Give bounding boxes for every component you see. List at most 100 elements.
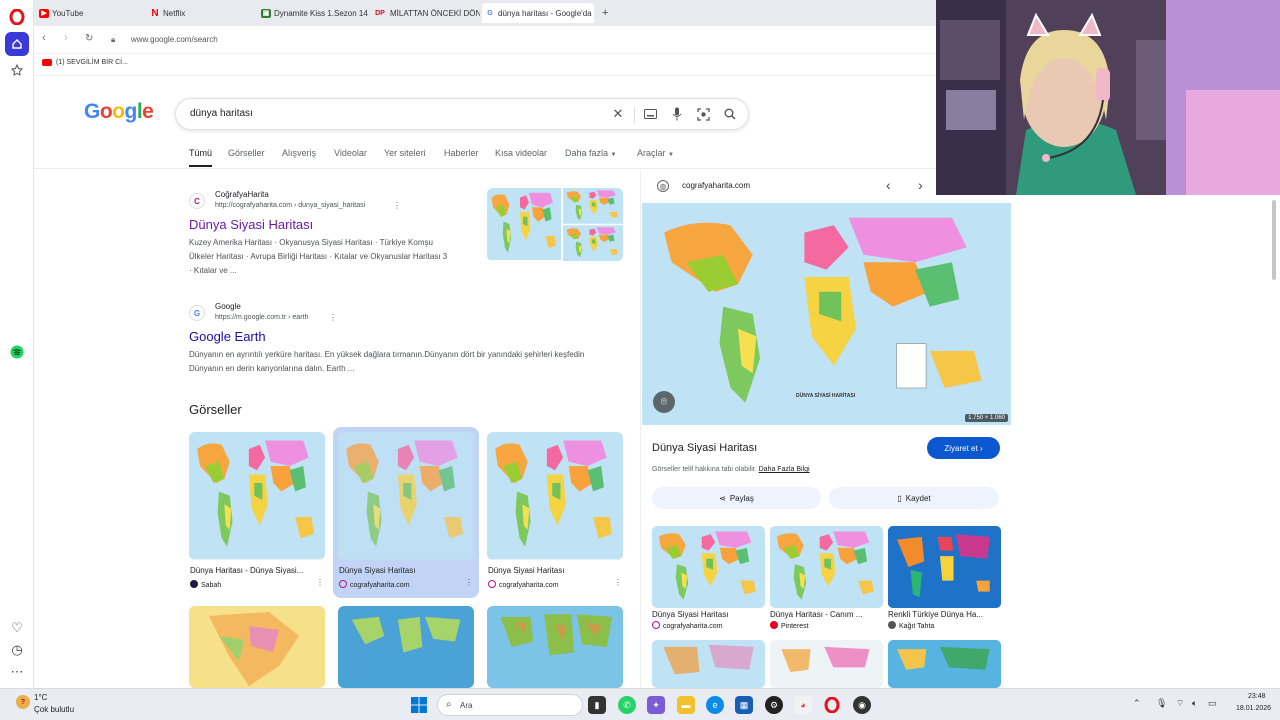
related-image-card[interactable]: Dünya Haritası - Canım ... Pinterest <box>770 526 883 632</box>
share-button[interactable]: ⋖ Paylaş <box>652 487 821 509</box>
tab-google-search[interactable]: G dünya haritası - Google'da <box>482 3 594 23</box>
more-options-icon[interactable]: ⋮ <box>329 313 337 322</box>
related-image-card[interactable]: Dünya Siyasi Haritası cografyaharita.com <box>652 526 765 632</box>
microsoft-store-icon[interactable]: ▦ <box>735 696 753 714</box>
back-icon[interactable]: ‹ <box>42 32 46 44</box>
tab-short-videos[interactable]: Kısa videolar <box>495 148 547 158</box>
whatsapp-icon[interactable]: ✆ <box>618 696 636 714</box>
url-field[interactable]: www.google.com/search <box>131 35 218 44</box>
lens-icon[interactable]: ⌾ <box>653 391 675 413</box>
pinboard-icon[interactable] <box>5 58 29 82</box>
result-site-row[interactable]: G Google https://m.google.com.tr › earth… <box>189 302 619 332</box>
weather-temperature[interactable]: 1°C <box>34 693 47 702</box>
result-title-link[interactable]: Google Earth <box>189 329 266 344</box>
google-logo[interactable]: Google <box>84 100 154 124</box>
image-card[interactable]: Dünya Siyasi Haritası cografyaharita.com… <box>487 432 623 592</box>
result-site-name: CoğrafyaHarita <box>215 190 269 199</box>
save-button[interactable]: ▯ Kaydet <box>829 487 999 509</box>
clock-date[interactable]: 18.01.2026 <box>1236 705 1271 712</box>
image-source-label: cografyaharita.com <box>499 582 559 589</box>
related-thumbnail <box>652 526 765 608</box>
result-url: http://cografyaharita.com › dunya_siyasi… <box>215 202 366 209</box>
reload-icon[interactable]: ↻ <box>85 33 93 44</box>
tab-milattan-once[interactable]: DP MİLATTAN ÖNCEKİ DÖNEM <box>370 3 480 23</box>
tab-more[interactable]: Daha fazla ▼ <box>565 148 617 158</box>
image-card[interactable] <box>338 606 474 688</box>
lens-icon[interactable] <box>695 106 711 122</box>
more-options-icon[interactable]: ⋮ <box>614 578 622 587</box>
image-card-selected[interactable]: Dünya Siyasi Haritası cografyaharita.com… <box>333 427 479 598</box>
learn-more-link[interactable]: Daha Fazla Bilgi <box>759 466 810 473</box>
panel-title[interactable]: Dünya Siyasi Haritası <box>652 442 757 454</box>
weather-icon[interactable]: ? <box>16 695 30 709</box>
clear-icon[interactable]: ✕ <box>610 106 626 122</box>
tab-places[interactable]: Yer siteleri <box>384 148 426 158</box>
next-icon[interactable]: › <box>918 177 923 193</box>
tab-youtube[interactable]: ▶ YouTube <box>36 3 146 23</box>
forward-icon[interactable]: › <box>64 32 68 44</box>
opera-logo-icon[interactable] <box>5 5 29 29</box>
more-options-icon[interactable]: ⋮ <box>465 578 473 587</box>
related-image-card[interactable] <box>888 640 1001 688</box>
tab-netflix[interactable]: N Netflix <box>147 3 257 23</box>
clock-time[interactable]: 23:48 <box>1248 693 1266 700</box>
home-icon[interactable] <box>5 32 29 56</box>
tab-shopping[interactable]: Alışveriş <box>282 148 316 158</box>
heart-icon[interactable]: ♡ <box>5 616 29 640</box>
tab-dynamite-kiss[interactable]: ▣ Dynamite Kiss 1.Sezon 14. <box>258 3 368 23</box>
edge-icon[interactable]: e <box>706 696 724 714</box>
task-view-icon[interactable]: ▮ <box>588 696 606 714</box>
globe-icon: ◍ <box>657 180 669 192</box>
microphone-icon[interactable] <box>669 106 685 122</box>
image-card[interactable]: Dünya Haritası - Dünya Siyasi... Sabah ⋮ <box>189 432 325 592</box>
related-image-card[interactable] <box>770 640 883 688</box>
dp-icon: DP <box>375 9 385 17</box>
windows-start-icon[interactable] <box>410 696 428 714</box>
tab-label: YouTube <box>52 8 84 18</box>
chevron-down-icon: ▼ <box>668 152 674 158</box>
related-image-card[interactable]: Renkli Türkiye Dünya Ha... Kağıt Tahta <box>888 526 1001 632</box>
volume-icon[interactable]: 🔈︎ <box>1192 698 1197 709</box>
scrollbar-thumb[interactable] <box>1272 200 1276 280</box>
search-icon[interactable] <box>722 106 738 122</box>
taskbar-search[interactable]: ⌕ Ara <box>437 694 583 716</box>
result-thumbnail[interactable] <box>487 188 623 261</box>
wifi-icon[interactable]: ⌔ <box>1176 698 1184 709</box>
search-box[interactable]: dünya haritası ✕ <box>175 98 749 130</box>
spotify-icon[interactable] <box>5 340 29 364</box>
more-options-icon[interactable]: ⋮ <box>316 578 324 587</box>
previous-icon[interactable]: ‹ <box>886 177 891 193</box>
game-app-icon[interactable]: ◉ <box>853 696 871 714</box>
visit-button[interactable]: Ziyaret et › <box>927 437 1000 459</box>
file-explorer-icon[interactable]: ▬ <box>677 696 695 714</box>
weather-description[interactable]: Çok bulutlu <box>34 705 74 714</box>
image-card[interactable] <box>487 606 623 688</box>
tab-label: Dynamite Kiss 1.Sezon 14. <box>274 8 368 18</box>
preview-image[interactable]: DÜNYA SİYASİ HARİTASI ⌾ 1.750 × 1.060 <box>642 203 1011 425</box>
panel-domain[interactable]: cografyaharita.com <box>682 181 750 190</box>
tab-tools[interactable]: Araçlar ▼ <box>637 148 674 158</box>
search-input[interactable]: dünya haritası <box>190 108 253 119</box>
steam-icon[interactable]: ⚙ <box>765 696 783 714</box>
result-title-link[interactable]: Dünya Siyasi Haritası <box>189 217 313 232</box>
visit-button-label: Ziyaret et <box>944 443 978 453</box>
chevron-up-icon[interactable]: ⌃ <box>1133 698 1141 709</box>
battery-icon[interactable]: ▭ <box>1208 698 1217 709</box>
copilot-icon[interactable]: ✦ <box>647 696 665 714</box>
new-tab-button[interactable]: + <box>599 3 613 23</box>
page-scrollbar[interactable] <box>1270 196 1278 688</box>
related-image-card[interactable] <box>652 640 765 688</box>
tab-videos[interactable]: Videolar <box>334 148 367 158</box>
history-icon[interactable]: ◷ <box>5 638 29 662</box>
more-icon[interactable]: ⋯ <box>5 660 29 684</box>
microphone-icon[interactable]: 🎙︎ <box>1156 698 1167 709</box>
tab-news[interactable]: Haberler <box>444 148 479 158</box>
tab-all[interactable]: Tümü <box>189 148 213 167</box>
more-options-icon[interactable]: ⋮ <box>393 201 401 210</box>
chrome-icon[interactable]: ◕ <box>794 696 812 714</box>
bookmark-item[interactable]: (1) SEVGİLİM BİR Cİ... <box>42 59 128 66</box>
tab-images[interactable]: Görseller <box>228 148 265 158</box>
opera-icon[interactable] <box>823 696 841 714</box>
image-card[interactable] <box>189 606 325 688</box>
keyboard-icon[interactable] <box>642 106 658 122</box>
